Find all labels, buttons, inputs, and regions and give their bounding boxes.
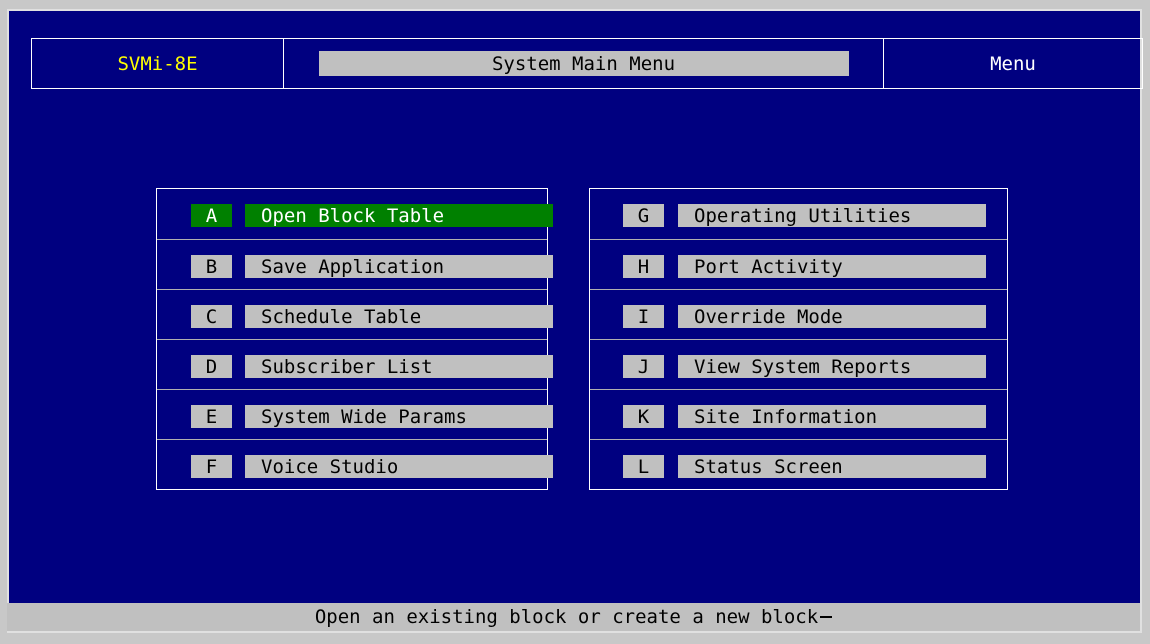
menu-label[interactable]: Operating Utilities [678, 204, 986, 227]
menu-label[interactable]: Open Block Table [245, 204, 553, 227]
menu-item-system-wide-params[interactable]: E System Wide Params [157, 389, 553, 439]
mode-indicator: Menu [884, 39, 1142, 88]
menu-key[interactable]: K [623, 405, 664, 428]
text-cursor [820, 616, 833, 618]
menu-label[interactable]: Schedule Table [245, 305, 553, 328]
menu-label[interactable]: Status Screen [678, 455, 986, 478]
menu-key[interactable]: D [191, 355, 232, 378]
menu-item-open-block-table[interactable]: A Open Block Table [157, 189, 553, 239]
product-name-text: SVMi-8E [117, 52, 198, 75]
menu-label[interactable]: Site Information [678, 405, 986, 428]
mode-text: Menu [990, 52, 1036, 75]
menu-item-site-information[interactable]: K Site Information [590, 389, 1007, 439]
menu-item-status-screen[interactable]: L Status Screen [590, 439, 1007, 489]
menu-item-voice-studio[interactable]: F Voice Studio [157, 439, 553, 489]
menu-panel-left: A Open Block Table B Save Application C … [156, 188, 553, 490]
header-bar: SVMi-8E System Main Menu Menu [31, 38, 1143, 89]
menu-key[interactable]: E [191, 405, 232, 428]
status-message: Open an existing block or create a new b… [314, 606, 819, 628]
menu-item-save-application[interactable]: B Save Application [157, 239, 553, 289]
menu-item-view-system-reports[interactable]: J View System Reports [590, 339, 1007, 389]
menu-label[interactable]: Subscriber List [245, 355, 553, 378]
menu-item-operating-utilities[interactable]: G Operating Utilities [590, 189, 1007, 239]
menu-item-override-mode[interactable]: I Override Mode [590, 289, 1007, 339]
menu-label[interactable]: Save Application [245, 255, 553, 278]
menu-key[interactable]: I [623, 305, 664, 328]
menu-label[interactable]: Voice Studio [245, 455, 553, 478]
menu-panel-right: G Operating Utilities H Port Activity I … [589, 188, 1008, 490]
menu-item-schedule-table[interactable]: C Schedule Table [157, 289, 553, 339]
menu-key[interactable]: G [623, 204, 664, 227]
menu-label[interactable]: System Wide Params [245, 405, 553, 428]
menu-key[interactable]: L [623, 455, 664, 478]
menu-key[interactable]: H [623, 255, 664, 278]
menu-label[interactable]: Port Activity [678, 255, 986, 278]
menu-label[interactable]: Override Mode [678, 305, 986, 328]
status-bar: Open an existing block or create a new b… [7, 603, 1140, 631]
page-title: System Main Menu [318, 51, 849, 76]
title-cell: System Main Menu [284, 39, 884, 88]
product-name: SVMi-8E [32, 39, 284, 88]
menu-item-subscriber-list[interactable]: D Subscriber List [157, 339, 553, 389]
menu-key[interactable]: A [191, 204, 232, 227]
menu-key[interactable]: B [191, 255, 232, 278]
menu-key[interactable]: C [191, 305, 232, 328]
menu-item-port-activity[interactable]: H Port Activity [590, 239, 1007, 289]
menu-label[interactable]: View System Reports [678, 355, 986, 378]
menu-key[interactable]: F [191, 455, 232, 478]
menu-key[interactable]: J [623, 355, 664, 378]
